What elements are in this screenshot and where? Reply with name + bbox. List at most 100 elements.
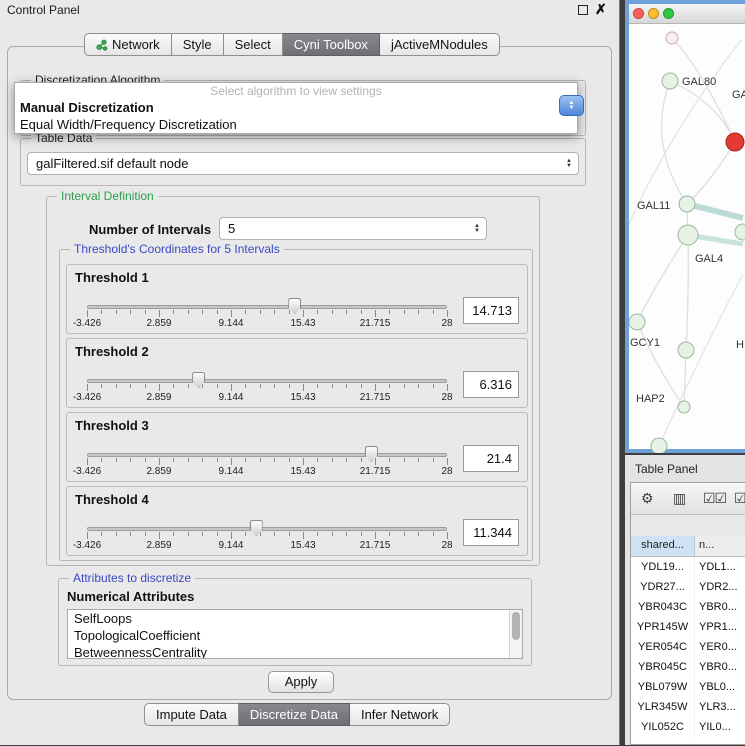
apply-button[interactable]: Apply: [268, 671, 334, 693]
table-row[interactable]: YBL079WYBL0...: [631, 677, 745, 697]
slider-track: [87, 527, 447, 531]
cell-name: YLR3...: [695, 697, 745, 717]
network-graph-canvas[interactable]: GAL80GAGAL11GAL4GCY1HHAP2: [629, 24, 745, 453]
slider-tick: [145, 458, 146, 462]
slider-tick: [87, 384, 88, 391]
cell-shared-name: YDR27...: [631, 577, 695, 597]
slider-tick: [317, 458, 318, 462]
combo-arrows-icon: ▲▼: [566, 159, 572, 169]
tab-label: Impute Data: [156, 707, 227, 722]
slider-tick: [231, 310, 232, 317]
tab-label: Cyni Toolbox: [294, 37, 368, 52]
table-header-row: shared... n...: [631, 536, 745, 557]
slider-tick: [245, 532, 246, 536]
table-row[interactable]: YDL19...YDL1...: [631, 557, 745, 577]
slider-tick: [404, 310, 405, 314]
slider-tick: [303, 458, 304, 465]
scrollbar-thumb[interactable]: [512, 612, 520, 640]
tab-network[interactable]: Network: [84, 33, 172, 56]
network-node[interactable]: [629, 314, 645, 330]
threshold-value-field[interactable]: 21.4: [463, 445, 519, 472]
slider-tick: [418, 532, 419, 536]
column-filter-icon[interactable]: ☑: [734, 490, 745, 507]
network-edge: [659, 274, 743, 446]
network-node[interactable]: [651, 438, 667, 453]
numerical-attributes-list[interactable]: SelfLoopsTopologicalCoefficientBetweenne…: [67, 609, 523, 659]
slider-tick: [87, 310, 88, 317]
network-node[interactable]: [678, 342, 694, 358]
table-row[interactable]: YBR045CYBR0...: [631, 657, 745, 677]
threshold-slider[interactable]: -3.4262.8599.14415.4321.71528: [87, 371, 447, 407]
threshold-value-field[interactable]: 11.344: [463, 519, 519, 546]
tab-style[interactable]: Style: [172, 33, 224, 56]
slider-tick: [289, 458, 290, 462]
slider-tick: [418, 384, 419, 388]
slider-tick: [332, 532, 333, 536]
network-node[interactable]: [735, 224, 745, 240]
slider-tick-label: 2.859: [137, 466, 181, 477]
column-header-name[interactable]: n...: [695, 536, 745, 556]
slider-tick: [303, 532, 304, 539]
bottom-tab-impute-data[interactable]: Impute Data: [144, 703, 239, 726]
slider-tick: [217, 310, 218, 314]
threshold-slider[interactable]: -3.4262.8599.14415.4321.71528: [87, 297, 447, 333]
tab-label: Network: [112, 37, 160, 52]
slider-tick: [217, 532, 218, 536]
table-row[interactable]: YDR27...YDR2...: [631, 577, 745, 597]
column-chooser-icon[interactable]: ▥: [673, 490, 685, 507]
slider-tick-label: 15.43: [281, 466, 325, 477]
number-of-intervals-combobox[interactable]: 5 ▲▼: [219, 217, 487, 240]
slider-tick: [260, 532, 261, 536]
bottom-tab-discretize-data[interactable]: Discretize Data: [239, 703, 350, 726]
tab-cyni-toolbox[interactable]: Cyni Toolbox: [283, 33, 380, 56]
slider-tick-label: 21.715: [353, 466, 397, 477]
settings-icon[interactable]: ⚙: [641, 490, 653, 507]
table-row[interactable]: YPR145WYPR1...: [631, 617, 745, 637]
cell-name: YPR1...: [695, 617, 745, 637]
cell-shared-name: YBR045C: [631, 657, 695, 677]
mac-zoom-icon[interactable]: [663, 8, 674, 19]
network-node[interactable]: [666, 32, 678, 44]
network-node[interactable]: [679, 196, 695, 212]
column-header-shared-name[interactable]: shared...: [631, 536, 695, 556]
tab-select[interactable]: Select: [224, 33, 283, 56]
slider-tick: [375, 384, 376, 391]
table-row[interactable]: YBR043CYBR0...: [631, 597, 745, 617]
table-row[interactable]: YER054CYER0...: [631, 637, 745, 657]
algorithm-combo-stepper[interactable]: ▲ ▼: [559, 95, 584, 116]
threshold-value-field[interactable]: 6.316: [463, 371, 519, 398]
slider-track: [87, 453, 447, 457]
threshold-value-field[interactable]: 14.713: [463, 297, 519, 324]
table-row[interactable]: YLR345WYLR3...: [631, 697, 745, 717]
tab-jactivemnodules[interactable]: jActiveMNodules: [380, 33, 500, 56]
close-icon[interactable]: ✗: [595, 1, 607, 18]
slider-thumb[interactable]: [288, 298, 301, 314]
network-edge: [687, 204, 743, 218]
bottom-tab-infer-network[interactable]: Infer Network: [350, 703, 450, 726]
slider-tick: [317, 384, 318, 388]
network-node[interactable]: [662, 73, 678, 89]
network-node[interactable]: [678, 401, 690, 413]
select-all-columns-icon[interactable]: ☑☑: [703, 490, 726, 507]
table-data-combobox[interactable]: galFiltered.sif default node ▲▼: [27, 152, 579, 175]
slider-tick: [116, 310, 117, 314]
mac-minimize-icon[interactable]: [648, 8, 659, 19]
network-node[interactable]: [726, 133, 744, 151]
attribute-list-item[interactable]: TopologicalCoefficient: [68, 627, 522, 644]
slider-tick-label: 2.859: [137, 392, 181, 403]
table-row[interactable]: YIL052CYIL0...: [631, 717, 745, 737]
attribute-list-item[interactable]: SelfLoops: [68, 610, 522, 627]
threshold-slider[interactable]: -3.4262.8599.14415.4321.71528: [87, 519, 447, 555]
list-scrollbar[interactable]: [509, 610, 522, 658]
attribute-list-item[interactable]: BetweennessCentrality: [68, 644, 522, 659]
mac-close-icon[interactable]: [633, 8, 644, 19]
slider-tick: [361, 532, 362, 536]
algorithm-option-manual[interactable]: Manual Discretization: [15, 99, 577, 116]
slider-tick: [116, 384, 117, 388]
float-window-icon[interactable]: [578, 5, 588, 15]
network-node[interactable]: [678, 225, 698, 245]
slider-tick-label: 21.715: [353, 540, 397, 551]
table-window: ⚙▥☑☑☑ shared... n... YDL19...YDL1...YDR2…: [630, 482, 745, 745]
threshold-slider[interactable]: -3.4262.8599.14415.4321.71528: [87, 445, 447, 481]
algorithm-option-equal-width[interactable]: Equal Width/Frequency Discretization: [15, 116, 577, 133]
